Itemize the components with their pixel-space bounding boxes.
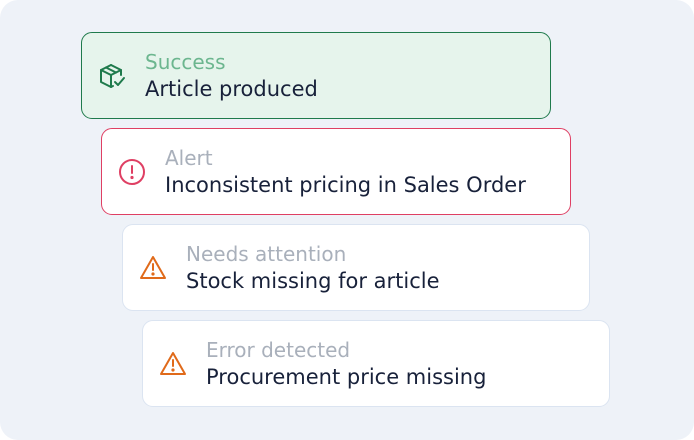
warning-triangle-icon — [159, 350, 187, 378]
notification-title: Stock missing for article — [186, 268, 440, 293]
notification-card-success[interactable]: Success Article produced — [81, 32, 551, 119]
notification-card-attention[interactable]: Needs attention Stock missing for articl… — [122, 224, 590, 311]
notification-kicker: Success — [145, 49, 226, 74]
notification-card-alert[interactable]: Alert Inconsistent pricing in Sales Orde… — [101, 128, 571, 215]
notification-title: Inconsistent pricing in Sales Order — [165, 172, 526, 197]
notification-kicker: Error detected — [206, 337, 351, 362]
exclamation-circle-icon — [118, 158, 146, 186]
notification-title: Article produced — [145, 76, 318, 101]
notification-kicker: Alert — [165, 145, 213, 170]
package-check-icon — [98, 62, 126, 90]
notification-card-error[interactable]: Error detected Procurement price missing — [142, 320, 610, 407]
notification-stack: Success Article produced Alert Inconsist… — [0, 0, 694, 440]
warning-triangle-icon — [139, 254, 167, 282]
notification-title: Procurement price missing — [206, 364, 487, 389]
notification-kicker: Needs attention — [186, 241, 347, 266]
